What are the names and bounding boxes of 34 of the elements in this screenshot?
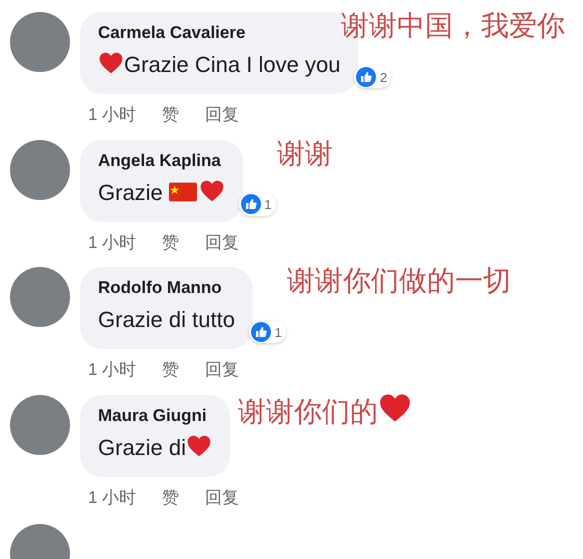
annotation-text: 谢谢中国，我爱你 (341, 9, 565, 43)
heart-icon (98, 50, 124, 76)
author-name[interactable]: Carmela Cavaliere (98, 22, 340, 44)
annotation-text: 谢谢你们的 (238, 390, 412, 430)
heart-icon (186, 432, 212, 458)
reply-link[interactable]: 回复 (205, 357, 240, 382)
author-name[interactable]: Rodolfo Manno (98, 277, 235, 299)
flag-icon (168, 182, 197, 202)
author-name[interactable]: Angela Kaplina (98, 150, 225, 172)
thumbs-up-icon (356, 66, 376, 86)
heart-icon (198, 178, 225, 204)
like-link[interactable]: 赞 (162, 102, 180, 128)
reaction-count: 1 (238, 193, 276, 216)
reaction-count: 1 (248, 320, 286, 343)
comment-text: Grazie (98, 178, 225, 208)
like-link[interactable]: 赞 (162, 230, 180, 255)
annotation-text: 谢谢 (276, 136, 333, 170)
comment-text: Grazie di (98, 432, 212, 462)
thumbs-up-icon (250, 322, 271, 342)
like-link[interactable]: 赞 (162, 484, 180, 510)
comment-time: 1 小时 (88, 486, 136, 508)
thumbs-up-icon (240, 194, 261, 214)
author-name[interactable]: Maura Giugni (98, 404, 212, 426)
comment-text: Grazie di tutto (98, 306, 235, 334)
comment-time: 1 小时 (88, 232, 136, 254)
reply-link[interactable]: 回复 (205, 102, 240, 128)
reply-link[interactable]: 回复 (205, 230, 240, 255)
reaction-count: 2 (354, 66, 392, 88)
comment-time: 1 小时 (88, 359, 136, 381)
comment-time: 1 小时 (88, 104, 136, 126)
reply-link[interactable]: 回复 (205, 484, 240, 510)
comment-text: Grazie Cina I love you (98, 50, 340, 80)
like-link[interactable]: 赞 (162, 357, 180, 382)
annotation-text: 谢谢你们做的一切 (286, 264, 511, 298)
